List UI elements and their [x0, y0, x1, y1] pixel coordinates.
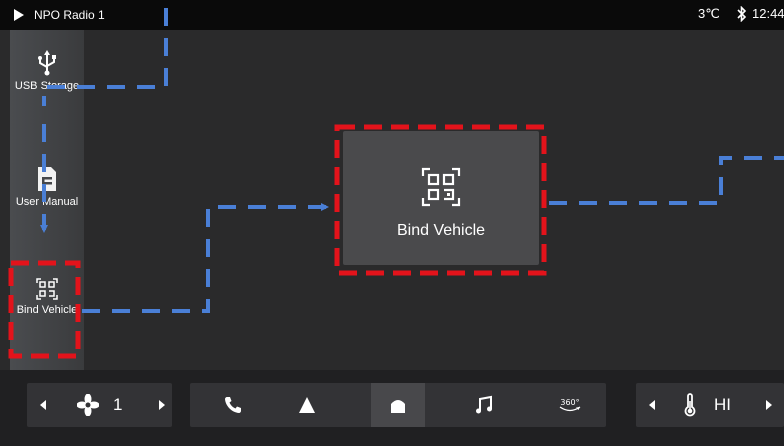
flow-arrow-top: [42, 8, 168, 106]
dock-navigation[interactable]: [280, 383, 334, 427]
home-icon: [391, 400, 405, 413]
bottom-bar: 1 360° HI: [0, 370, 784, 446]
highlight-boxes: [8, 124, 547, 359]
dock-music[interactable]: [457, 383, 511, 427]
screen: NPO Radio 1 3℃ 12:44 USB Storage User Ma…: [0, 0, 784, 446]
navigation-icon: [299, 397, 315, 413]
music-icon: [476, 395, 492, 414]
highlight-box-card: [334, 124, 547, 276]
fan-decrease-icon[interactable]: [40, 400, 46, 410]
dock: 360°: [190, 383, 606, 427]
dock-home[interactable]: [371, 383, 425, 427]
flow-arrow-right: [549, 156, 784, 205]
fan-increase-icon[interactable]: [159, 400, 165, 410]
flow-arrows: [40, 8, 784, 313]
360-view-icon: 360°: [559, 398, 581, 412]
fan-speed-value: 1: [113, 395, 123, 414]
temp-decrease-icon[interactable]: [649, 400, 655, 410]
highlight-box-sidebar: [8, 260, 81, 359]
climate-control: HI: [636, 383, 784, 427]
flow-arrow-to-card: [82, 203, 329, 313]
svg-text:360°: 360°: [560, 398, 579, 407]
temp-increase-icon[interactable]: [766, 400, 772, 410]
thermometer-icon: [684, 393, 696, 417]
climate-temp-value: HI: [714, 395, 731, 414]
dock-360-view[interactable]: 360°: [541, 383, 595, 427]
fan-icon: [77, 394, 99, 416]
dock-phone[interactable]: [206, 383, 260, 427]
phone-icon: [225, 397, 241, 413]
fan-control: 1: [27, 383, 172, 427]
